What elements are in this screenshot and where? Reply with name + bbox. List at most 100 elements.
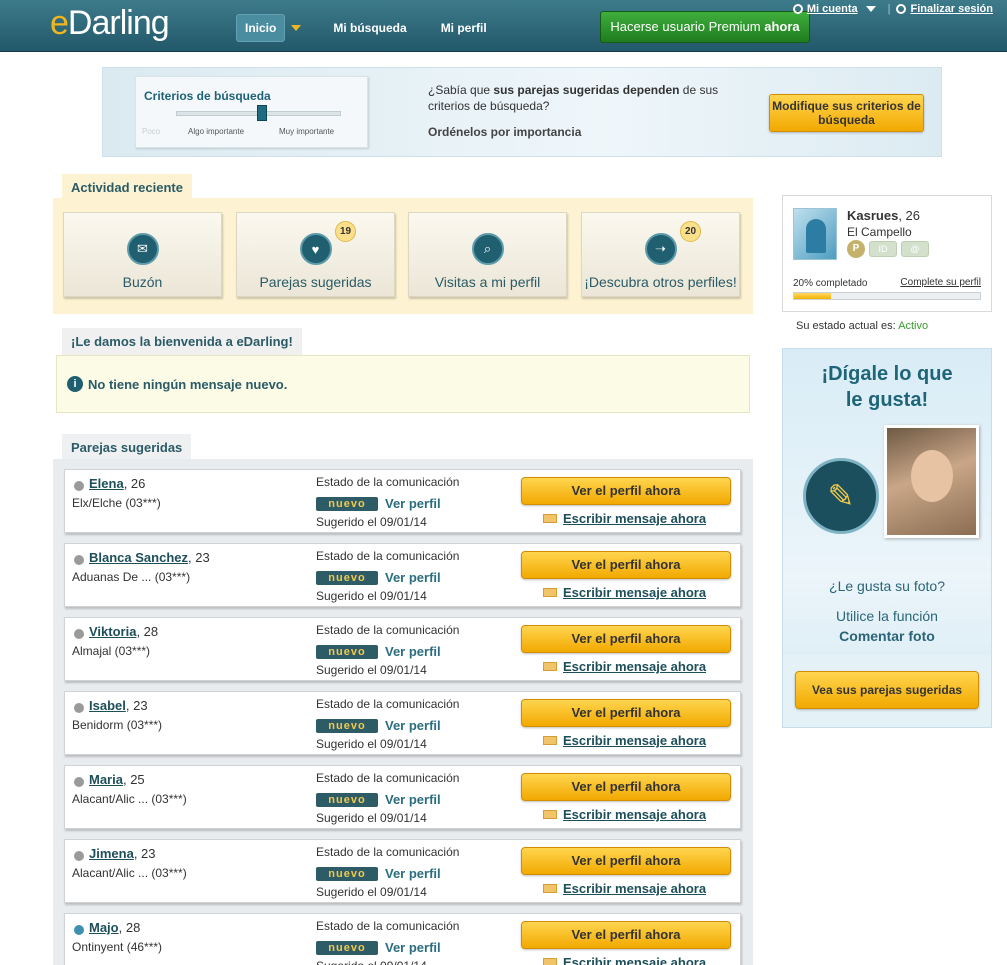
match-name: Jimena, 23 bbox=[89, 846, 156, 861]
activity-card-parejas[interactable]: ♥ Parejas sugeridas 19 bbox=[236, 212, 395, 297]
communication-status-label: Estado de la comunicación bbox=[316, 549, 460, 563]
view-profile-link[interactable]: Ver perfil bbox=[385, 866, 441, 881]
id-verification-icon[interactable]: ID bbox=[869, 241, 897, 257]
write-message-link[interactable]: Escribir mensaje ahora bbox=[543, 807, 706, 822]
view-matches-button[interactable]: Vea sus parejas sugeridas bbox=[795, 671, 979, 709]
write-message-link[interactable]: Escribir mensaje ahora bbox=[543, 955, 706, 965]
heart-icon: ♥ bbox=[299, 233, 332, 265]
status-value: Activo bbox=[898, 320, 929, 332]
count-badge: 19 bbox=[335, 221, 356, 242]
chevron-down-icon[interactable] bbox=[865, 6, 876, 12]
view-profile-now-button[interactable]: Ver el perfil ahora bbox=[521, 625, 731, 653]
logout-link[interactable]: Finalizar sesión bbox=[910, 3, 993, 15]
suggested-date: Sugerido el 09/01/14 bbox=[316, 515, 427, 529]
activity-card-buzon[interactable]: ✉ Buzón bbox=[63, 212, 222, 297]
view-profile-link[interactable]: Ver perfil bbox=[385, 644, 441, 659]
avatar[interactable] bbox=[793, 208, 837, 260]
online-status-icon bbox=[74, 555, 84, 565]
criteria-title: Criterios de búsqueda bbox=[144, 89, 271, 103]
matches-panel: Elena, 26 Elx/Elche (03***) Estado de la c… bbox=[53, 459, 753, 965]
view-profile-link[interactable]: Ver perfil bbox=[385, 718, 441, 733]
envelope-icon bbox=[543, 810, 557, 819]
chevron-down-icon[interactable] bbox=[291, 25, 302, 31]
write-message-link[interactable]: Escribir mensaje ahora bbox=[543, 585, 706, 600]
match-name-link[interactable]: Majo bbox=[89, 920, 119, 935]
match-name-link[interactable]: Jimena bbox=[89, 846, 134, 861]
profile-name: Kasrues, 26 bbox=[847, 208, 920, 223]
new-badge: nuevo bbox=[316, 645, 378, 659]
view-profile-now-button[interactable]: Ver el perfil ahora bbox=[521, 477, 731, 505]
main-nav: Inicio Mi búsqueda Mi perfil bbox=[236, 14, 513, 42]
premium-badge-icon: P bbox=[847, 240, 865, 258]
match-name: Viktoria, 28 bbox=[89, 624, 159, 639]
new-badge: nuevo bbox=[316, 867, 378, 881]
view-profile-link[interactable]: Ver perfil bbox=[385, 940, 441, 955]
online-status-icon bbox=[74, 777, 84, 787]
nav-inicio[interactable]: Inicio bbox=[236, 14, 286, 42]
match-name: Isabel, 23 bbox=[89, 698, 148, 713]
new-badge: nuevo bbox=[316, 793, 378, 807]
view-profile-now-button[interactable]: Ver el perfil ahora bbox=[521, 773, 731, 801]
suggested-date: Sugerido el 09/01/14 bbox=[316, 589, 427, 603]
match-location: Benidorm (03***) bbox=[72, 718, 163, 732]
envelope-icon bbox=[543, 514, 557, 523]
activity-card-descubra[interactable]: ➝ ¡Descubra otros perfiles! 20 bbox=[581, 212, 740, 297]
new-badge: nuevo bbox=[316, 497, 378, 511]
edarling-logo[interactable]: eDarling bbox=[50, 4, 170, 43]
write-message-link[interactable]: Escribir mensaje ahora bbox=[543, 881, 706, 896]
new-badge: nuevo bbox=[316, 571, 378, 585]
comment-photo-ad: ¡Dígale lo que le gusta! ✎ ¿Le gusta su f… bbox=[782, 348, 992, 728]
match-name: Elena, 26 bbox=[89, 476, 146, 491]
envelope-icon: ✉ bbox=[126, 233, 159, 265]
nav-mi-busqueda[interactable]: Mi búsqueda bbox=[325, 15, 414, 41]
view-profile-now-button[interactable]: Ver el perfil ahora bbox=[521, 699, 731, 727]
pencil-icon: ✎ bbox=[803, 458, 879, 534]
match-row: Blanca Sanchez, 23 Aduanas De ... (03***)… bbox=[64, 543, 741, 607]
view-profile-now-button[interactable]: Ver el perfil ahora bbox=[521, 921, 731, 949]
new-badge: nuevo bbox=[316, 719, 378, 733]
power-icon bbox=[896, 4, 907, 14]
suggested-date: Sugerido el 09/01/14 bbox=[316, 885, 427, 899]
importance-slider-handle bbox=[257, 105, 267, 121]
completion-label: 20% completado bbox=[793, 278, 868, 289]
match-row: Jimena, 23 Alacant/Alic ... (03***) Estado… bbox=[64, 839, 741, 903]
write-message-link[interactable]: Escribir mensaje ahora bbox=[543, 659, 706, 674]
slider-label-faded: Poco bbox=[142, 127, 161, 136]
gear-icon bbox=[792, 4, 803, 14]
count-badge: 20 bbox=[680, 221, 701, 242]
activity-card-visitas[interactable]: ⌕ Visitas a mi perfil bbox=[408, 212, 567, 297]
match-name: Maria, 25 bbox=[89, 772, 145, 787]
complete-profile-link[interactable]: Complete su perfil bbox=[900, 277, 981, 288]
match-name-link[interactable]: Blanca Sanchez bbox=[89, 550, 188, 565]
nav-mi-perfil[interactable]: Mi perfil bbox=[433, 15, 495, 41]
suggested-date: Sugerido el 09/01/14 bbox=[316, 663, 427, 677]
match-location: Alacant/Alic ... (03***) bbox=[72, 866, 187, 880]
match-name: Blanca Sanchez, 23 bbox=[89, 550, 210, 565]
arrow-icon: ➝ bbox=[644, 233, 677, 265]
welcome-panel: i No tiene ningún mensaje nuevo. bbox=[56, 355, 750, 413]
info-icon: i bbox=[67, 376, 83, 392]
write-message-link[interactable]: Escribir mensaje ahora bbox=[543, 511, 706, 526]
write-message-link[interactable]: Escribir mensaje ahora bbox=[543, 733, 706, 748]
match-name-link[interactable]: Viktoria bbox=[89, 624, 136, 639]
match-location: Ontinyent (46***) bbox=[72, 940, 163, 954]
top-bar: eDarling Inicio Mi búsqueda Mi perfil Ha… bbox=[0, 0, 1007, 52]
premium-button[interactable]: Hacerse usuario Premium ahora bbox=[600, 11, 810, 43]
mi-cuenta-link[interactable]: Mi cuenta bbox=[807, 3, 858, 15]
matches-title: Parejas sugeridas bbox=[62, 434, 192, 461]
view-profile-link[interactable]: Ver perfil bbox=[385, 496, 441, 511]
view-profile-link[interactable]: Ver perfil bbox=[385, 570, 441, 585]
email-verification-icon[interactable]: @ bbox=[901, 241, 929, 257]
match-name-link[interactable]: Isabel bbox=[89, 698, 126, 713]
completion-progress-fill bbox=[794, 293, 832, 299]
modify-criteria-button[interactable]: Modifique sus criterios de búsqueda bbox=[769, 94, 924, 132]
view-profile-now-button[interactable]: Ver el perfil ahora bbox=[521, 847, 731, 875]
online-status-icon bbox=[74, 481, 84, 491]
suggested-date: Sugerido el 09/01/14 bbox=[316, 737, 427, 751]
view-profile-link[interactable]: Ver perfil bbox=[385, 792, 441, 807]
match-row: Maria, 25 Alacant/Alic ... (03***) Estado … bbox=[64, 765, 741, 829]
view-profile-now-button[interactable]: Ver el perfil ahora bbox=[521, 551, 731, 579]
match-name-link[interactable]: Elena bbox=[89, 476, 124, 491]
online-status-icon bbox=[74, 925, 84, 935]
match-name-link[interactable]: Maria bbox=[89, 772, 123, 787]
